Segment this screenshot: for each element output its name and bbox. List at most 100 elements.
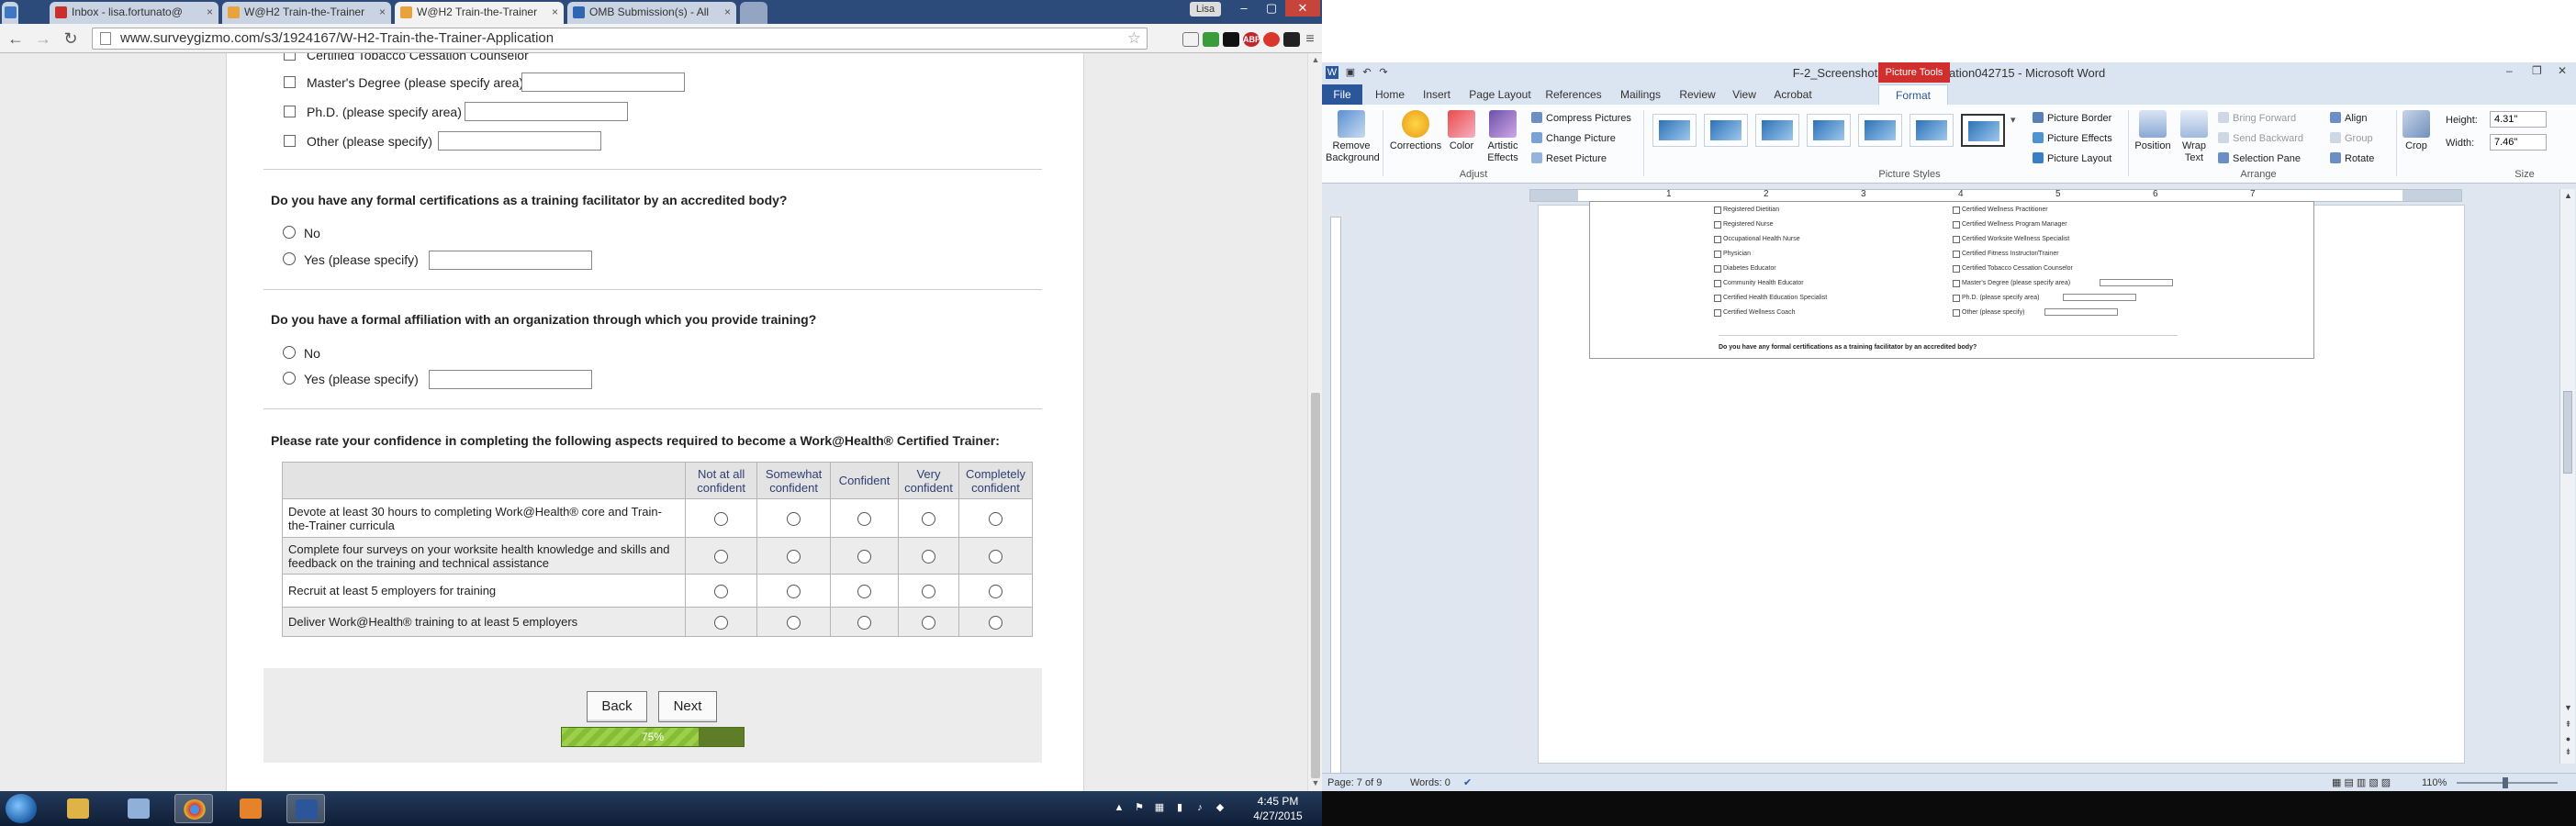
scroll-down-icon[interactable]: ▼ [1308,778,1322,787]
bring-forward-button[interactable]: Bring Forward [2218,112,2296,125]
network-icon[interactable]: ▦ [1153,801,1166,814]
radio-button[interactable] [857,584,872,598]
back-arrow-icon[interactable]: ← [6,29,26,48]
align-button[interactable]: Align [2330,112,2367,125]
tab-file[interactable]: File [1322,84,1362,105]
picture-border-button[interactable]: Picture Border [2033,112,2111,125]
radio-yes[interactable] [283,252,296,265]
maximize-icon[interactable]: ▢ [1258,0,1285,17]
close-tab-icon[interactable]: × [724,2,731,22]
tab-page-layout[interactable]: Page Layout [1463,84,1537,105]
certifications-specify-field[interactable] [429,251,592,270]
picture-style-option[interactable] [1910,114,1954,147]
pinned-tab[interactable] [2,2,18,24]
rating-cell[interactable] [958,537,1034,575]
close-window-icon[interactable]: ✕ [2558,64,2567,77]
other-specify-field[interactable] [438,131,601,151]
radio-button[interactable] [857,615,872,630]
rating-cell[interactable] [830,537,899,575]
radio-button[interactable] [988,511,1002,526]
rating-cell[interactable] [830,498,899,538]
color-button[interactable]: Color [1445,110,1478,152]
start-button[interactable] [6,794,37,823]
checkbox[interactable] [284,53,296,61]
position-button[interactable]: Position [2132,110,2174,152]
menu-icon[interactable]: ≡ [1302,32,1318,47]
security-icon[interactable]: ◆ [1214,801,1226,814]
send-backward-button[interactable]: Send Backward [2218,132,2303,145]
close-tab-icon[interactable]: × [379,2,386,22]
radio-button[interactable] [787,615,801,630]
next-page-icon[interactable]: ⇟ [2560,747,2576,757]
gallery-more-icon[interactable]: ▾ [2010,114,2016,127]
tab-mailings[interactable]: Mailings [1610,84,1671,105]
change-picture-button[interactable]: Change Picture [1531,132,1616,145]
tab-view[interactable]: View [1724,84,1764,105]
group-button[interactable]: Group [2330,132,2373,145]
radio-button[interactable] [714,511,729,526]
picture-layout-button[interactable]: Picture Layout [2033,152,2111,165]
rating-cell[interactable] [898,607,959,637]
tab-references[interactable]: References [1539,84,1608,105]
masters-specify-field[interactable] [521,73,685,92]
crop-button[interactable]: Crop [2400,110,2433,152]
taskbar-outlook[interactable] [231,794,270,823]
rating-cell[interactable] [685,498,758,538]
horizontal-ruler[interactable]: 1 2 3 4 5 6 7 [1529,189,2462,202]
phd-specify-field[interactable] [465,102,628,121]
radio-button[interactable] [988,584,1002,598]
taskbar-word[interactable] [286,794,325,823]
rating-cell[interactable] [756,607,832,637]
tab-survey-1[interactable]: W@H2 Train-the-Trainer × [222,2,391,24]
browse-object-icon[interactable]: ● [2560,734,2576,743]
checkbox[interactable] [284,106,296,117]
picture-effects-button[interactable]: Picture Effects [2033,132,2112,145]
rating-cell[interactable] [898,498,959,538]
radio-button[interactable] [787,584,801,598]
rating-cell[interactable] [756,498,832,538]
picture-style-option[interactable] [1961,114,2005,147]
proofing-icon[interactable]: ✔ [1463,774,1472,791]
rating-cell[interactable] [756,537,832,575]
remove-background-button[interactable]: Remove Background [1326,110,1380,164]
rating-cell[interactable] [958,498,1034,538]
radio-yes[interactable] [283,372,296,385]
extension-icon[interactable] [1283,32,1300,47]
taskbar-calculator[interactable] [119,794,158,823]
close-tab-icon[interactable]: × [207,2,213,22]
scrollbar-thumb[interactable] [1311,393,1320,778]
rating-cell[interactable] [830,574,899,608]
radio-button[interactable] [714,615,729,630]
wrap-text-button[interactable]: Wrap Text [2176,110,2212,164]
corrections-button[interactable]: Corrections [1388,110,1443,152]
radio-button[interactable] [714,549,729,564]
height-input[interactable] [2490,111,2547,128]
minimize-icon[interactable]: – [1230,0,1258,17]
picture-style-option[interactable] [1858,114,1902,147]
clock[interactable]: 4:45 PM 4/27/2015 [1241,794,1315,823]
picture-style-option[interactable] [1704,114,1748,147]
rating-cell[interactable] [685,607,758,637]
scroll-up-icon[interactable]: ▲ [2560,191,2576,200]
checkbox[interactable] [284,135,296,147]
cast-icon[interactable] [1182,32,1199,47]
extension-icon[interactable] [1223,32,1239,47]
selection-pane-button[interactable]: Selection Pane [2218,152,2301,165]
width-input[interactable] [2490,134,2547,151]
picture-style-option[interactable] [1807,114,1851,147]
radio-no[interactable] [283,346,296,359]
tab-acrobat[interactable]: Acrobat [1766,84,1820,105]
extension-icon[interactable] [1203,32,1219,47]
picture-style-option[interactable] [1755,114,1799,147]
radio-button[interactable] [857,511,872,526]
tab-format[interactable]: Format [1878,84,1948,105]
reload-icon[interactable]: ↻ [61,29,81,48]
checkbox[interactable] [284,76,296,88]
adblock-icon[interactable]: ABP [1243,32,1260,47]
flag-icon[interactable]: ⚑ [1133,801,1146,814]
rating-cell[interactable] [958,607,1034,637]
rating-cell[interactable] [830,607,899,637]
word-count[interactable]: Words: 0 [1410,774,1450,791]
zoom-slider-thumb[interactable] [2503,777,2508,788]
close-tab-icon[interactable]: × [552,2,558,22]
